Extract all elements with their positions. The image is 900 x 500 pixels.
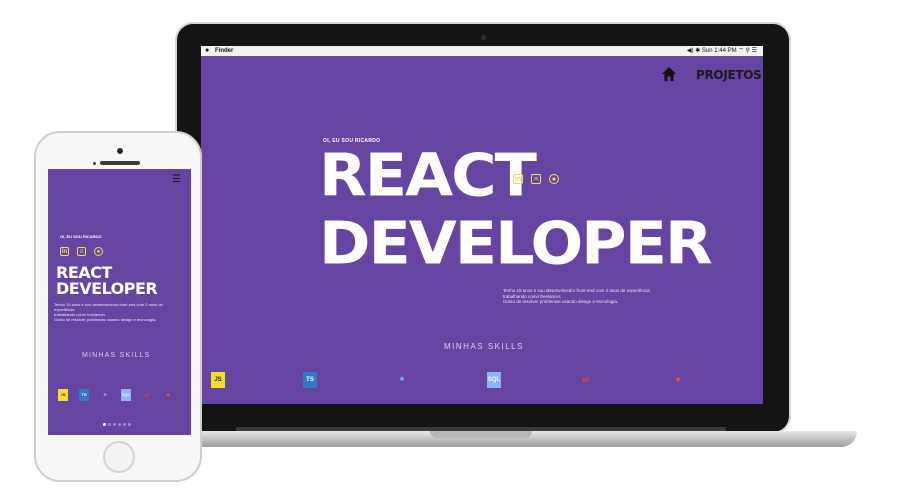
home-icon[interactable] (661, 66, 677, 82)
phone-sensor (93, 162, 96, 165)
bio-line: Tenho 19 anos e sou desenvolvedor front-… (503, 288, 650, 293)
carousel-dot[interactable] (103, 423, 106, 426)
phone-speaker (100, 161, 140, 165)
social-links: in ≡ ● (60, 247, 103, 256)
hero-bio: Tenho 19 anos e sou desenvolvedor front-… (54, 302, 184, 322)
apple-icon[interactable]: ● (205, 46, 209, 56)
resume-icon[interactable]: ≡ (77, 247, 86, 256)
skills-carousel: JS TS ⚛ SQL git ◆ (58, 389, 183, 403)
carousel-dots[interactable] (103, 423, 131, 426)
skill-icon-5: ◆ (675, 377, 681, 383)
hero-title-line2: DEVELOPER (319, 208, 713, 278)
carousel-dot[interactable] (123, 423, 126, 426)
skill-icon-0: JS (58, 389, 68, 401)
skill-icon-3: SQL (487, 372, 501, 388)
phone-screen: ☰ OI, EU SOU RICARDO in ≡ ● REACT DEVELO… (48, 169, 191, 435)
linkedin-icon[interactable]: in (60, 247, 69, 256)
carousel-dot[interactable] (128, 423, 131, 426)
skill-icon-0: JS (211, 372, 225, 388)
menubar-status: ◀) ✱ Sun 1:44 PM ⌔ ⚲ ☰ (686, 48, 757, 54)
hero-bio: Tenho 19 anos e sou desenvolvedor front-… (503, 288, 663, 305)
hero-title-line2: DEVELOPER (56, 279, 158, 298)
skill-icon-4: git (144, 392, 150, 397)
carousel-dot[interactable] (113, 423, 116, 426)
skill-icon-1: TS (79, 389, 89, 401)
skill-icon-5: ◆ (166, 392, 170, 397)
laptop-screen: ● Finder ◀) ✱ Sun 1:44 PM ⌔ ⚲ ☰ PROJETOS… (201, 46, 763, 404)
bio-line: Gosto de resolver problemas usando desig… (503, 299, 619, 304)
resume-icon[interactable]: ≡ (531, 174, 541, 184)
github-icon[interactable]: ● (94, 247, 103, 256)
skills-carousel: JS TS ⚛ SQL git ◆ (211, 372, 751, 390)
skill-icon-1: TS (303, 372, 317, 388)
carousel-dot[interactable] (108, 423, 111, 426)
phone-camera (117, 148, 123, 154)
skill-icon-2: ⚛ (399, 377, 405, 383)
menubar-app-name[interactable]: Finder (215, 46, 233, 56)
bio-line: Gosto de resolver problemas usando desig… (54, 317, 157, 322)
nav-projects-link[interactable]: PROJETOS (696, 68, 762, 82)
github-icon[interactable]: ● (549, 174, 559, 184)
skill-icon-3: SQL (121, 389, 131, 401)
menu-icon[interactable]: ☰ (172, 174, 181, 185)
hero-title: REACT DEVELOPER (56, 265, 158, 298)
skills-title: MINHAS SKILLS (82, 352, 151, 359)
hero-title-line1: REACT (319, 140, 537, 210)
skill-icon-4: git (582, 377, 590, 383)
laptop-camera (481, 35, 486, 40)
laptop-notch (430, 431, 532, 438)
carousel-dot[interactable] (118, 423, 121, 426)
hero-greeting: OI, EU SOU RICARDO (60, 234, 102, 239)
social-links: in ≡ ● (513, 174, 559, 184)
phone-home-button[interactable] (103, 441, 135, 473)
skills-title: MINHAS SKILLS (444, 342, 524, 351)
skill-icon-2: ⚛ (103, 392, 107, 397)
linkedin-icon[interactable]: in (513, 174, 523, 184)
mac-menubar: ● Finder ◀) ✱ Sun 1:44 PM ⌔ ⚲ ☰ (201, 46, 763, 56)
